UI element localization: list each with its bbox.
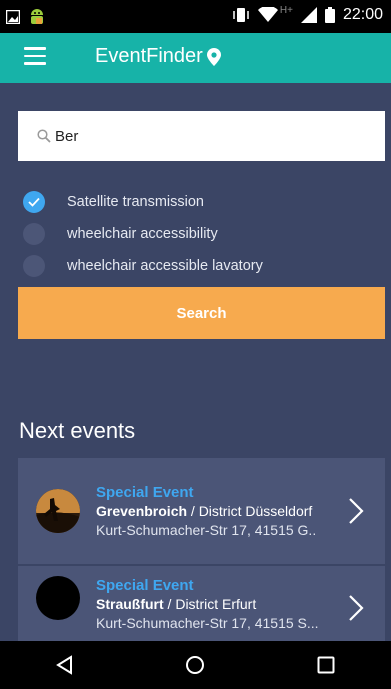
event-address: Kurt-Schumacher-Str 17, 41515 S... [96, 615, 319, 631]
checkmark-icon [28, 197, 40, 207]
event-info: Special Event Straußfurt / District Erfu… [96, 576, 347, 633]
section-title-next-events: Next events [19, 418, 136, 443]
event-type: Special Event [96, 577, 194, 594]
back-button[interactable] [35, 641, 95, 689]
event-avatar [36, 489, 80, 533]
chevron-right-icon[interactable] [347, 594, 365, 622]
event-info: Special Event Grevenbroich / District Dü… [96, 483, 347, 540]
app-title: EventFinder [95, 45, 221, 68]
signal-icon [300, 7, 317, 23]
event-address: Kurt-Schumacher-Str 17, 41515 G.. [96, 521, 317, 538]
back-icon [56, 655, 73, 675]
filter-list: Satellite transmission wheelchair access… [23, 186, 263, 282]
app-title-text: EventFinder [95, 45, 203, 67]
battery-icon [324, 7, 335, 23]
event-city: Straußfurt [96, 596, 164, 612]
event-district: / District Erfurt [163, 596, 257, 612]
checkbox-unchecked[interactable] [23, 255, 45, 277]
event-card[interactable]: Special Event Grevenbroich / District Dü… [18, 458, 385, 564]
clock: 22:00 [342, 6, 383, 23]
event-card[interactable]: Special Event Straußfurt / District Erfu… [18, 566, 385, 646]
search-box[interactable] [18, 111, 385, 161]
home-button[interactable] [165, 641, 225, 689]
search-icon [37, 129, 51, 143]
system-nav-bar [0, 641, 391, 689]
network-type: H+ [279, 4, 293, 16]
app-bar: EventFinder [0, 33, 391, 83]
event-type: Special Event [96, 483, 194, 501]
checkbox-checked[interactable] [23, 191, 45, 213]
filter-label: wheelchair accessible lavatory [67, 258, 263, 274]
search-button[interactable]: Search [18, 287, 385, 339]
filter-label: Satellite transmission [67, 194, 204, 210]
home-icon [186, 656, 205, 674]
wifi-icon [257, 7, 278, 22]
search-input[interactable] [55, 127, 355, 145]
event-district: / District Düsseldorf [187, 502, 313, 519]
filter-wheelchair-accessibility[interactable]: wheelchair accessibility [23, 218, 263, 250]
location-pin-icon [206, 47, 221, 66]
chevron-right-icon[interactable] [347, 497, 365, 525]
event-city: Grevenbroich [96, 502, 188, 519]
checkbox-unchecked[interactable] [23, 223, 45, 245]
filter-satellite-transmission[interactable]: Satellite transmission [23, 186, 263, 218]
recents-button[interactable] [296, 641, 356, 689]
android-robot-icon [31, 9, 43, 24]
recents-icon [317, 656, 335, 674]
event-location: Straußfurt / District Erfurt [96, 595, 347, 614]
filter-label: wheelchair accessibility [67, 226, 218, 242]
event-avatar [36, 576, 80, 620]
event-location: Grevenbroich / District Düsseldorf [96, 502, 347, 521]
gallery-notification-icon [6, 10, 20, 24]
filter-wheelchair-lavatory[interactable]: wheelchair accessible lavatory [23, 250, 263, 282]
menu-button[interactable] [24, 47, 46, 65]
status-bar: H+ 22:00 [0, 0, 391, 33]
vibrate-icon [233, 8, 249, 22]
